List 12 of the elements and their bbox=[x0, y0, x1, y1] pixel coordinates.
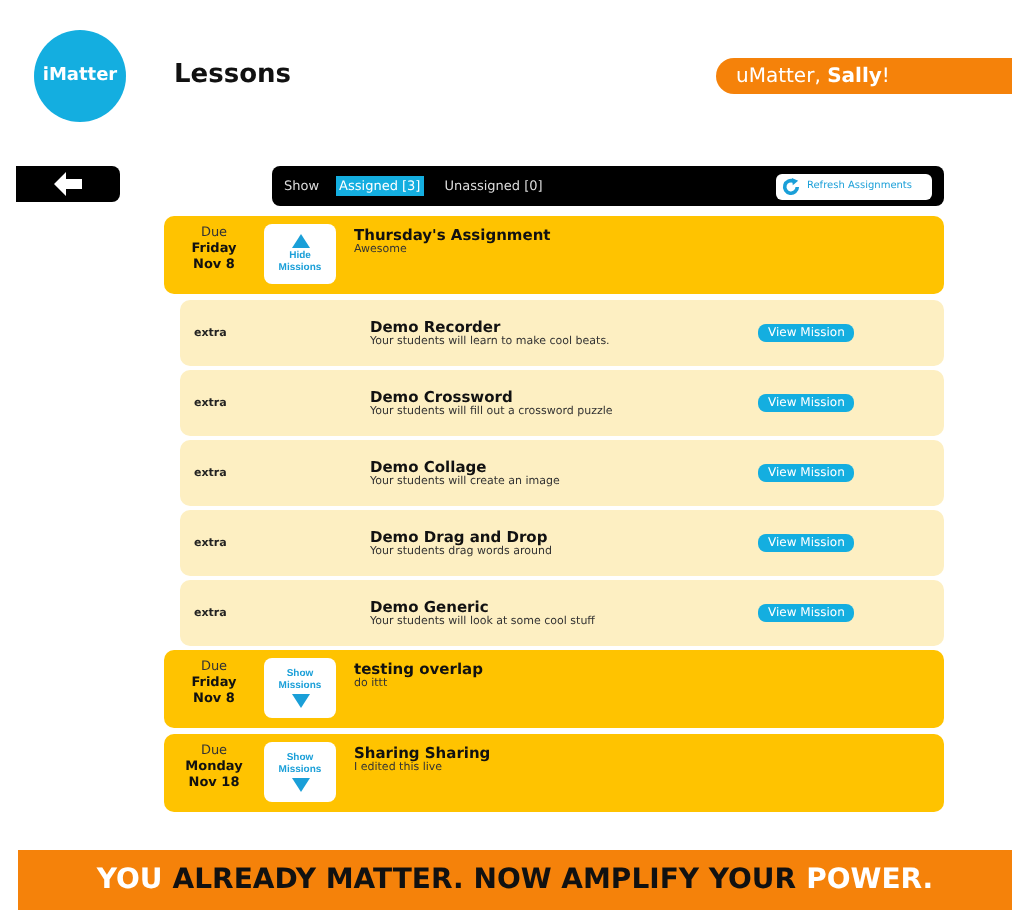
slogan-text: ALREADY MATTER. NOW AMPLIFY YOUR bbox=[172, 864, 797, 896]
up-triangle-icon bbox=[291, 234, 309, 248]
back-button[interactable] bbox=[16, 166, 120, 202]
down-triangle-icon bbox=[291, 694, 309, 708]
greeting-banner: uMatter, Sally! bbox=[716, 58, 1012, 94]
logo[interactable]: iMatter bbox=[34, 30, 126, 122]
slogan-text: POWER. bbox=[806, 864, 934, 896]
down-triangle-icon bbox=[291, 778, 309, 792]
refresh-icon bbox=[782, 177, 801, 195]
back-arrow-icon bbox=[54, 172, 82, 196]
page-title: Lessons bbox=[174, 59, 291, 89]
slogan-text: YOU bbox=[96, 864, 163, 896]
